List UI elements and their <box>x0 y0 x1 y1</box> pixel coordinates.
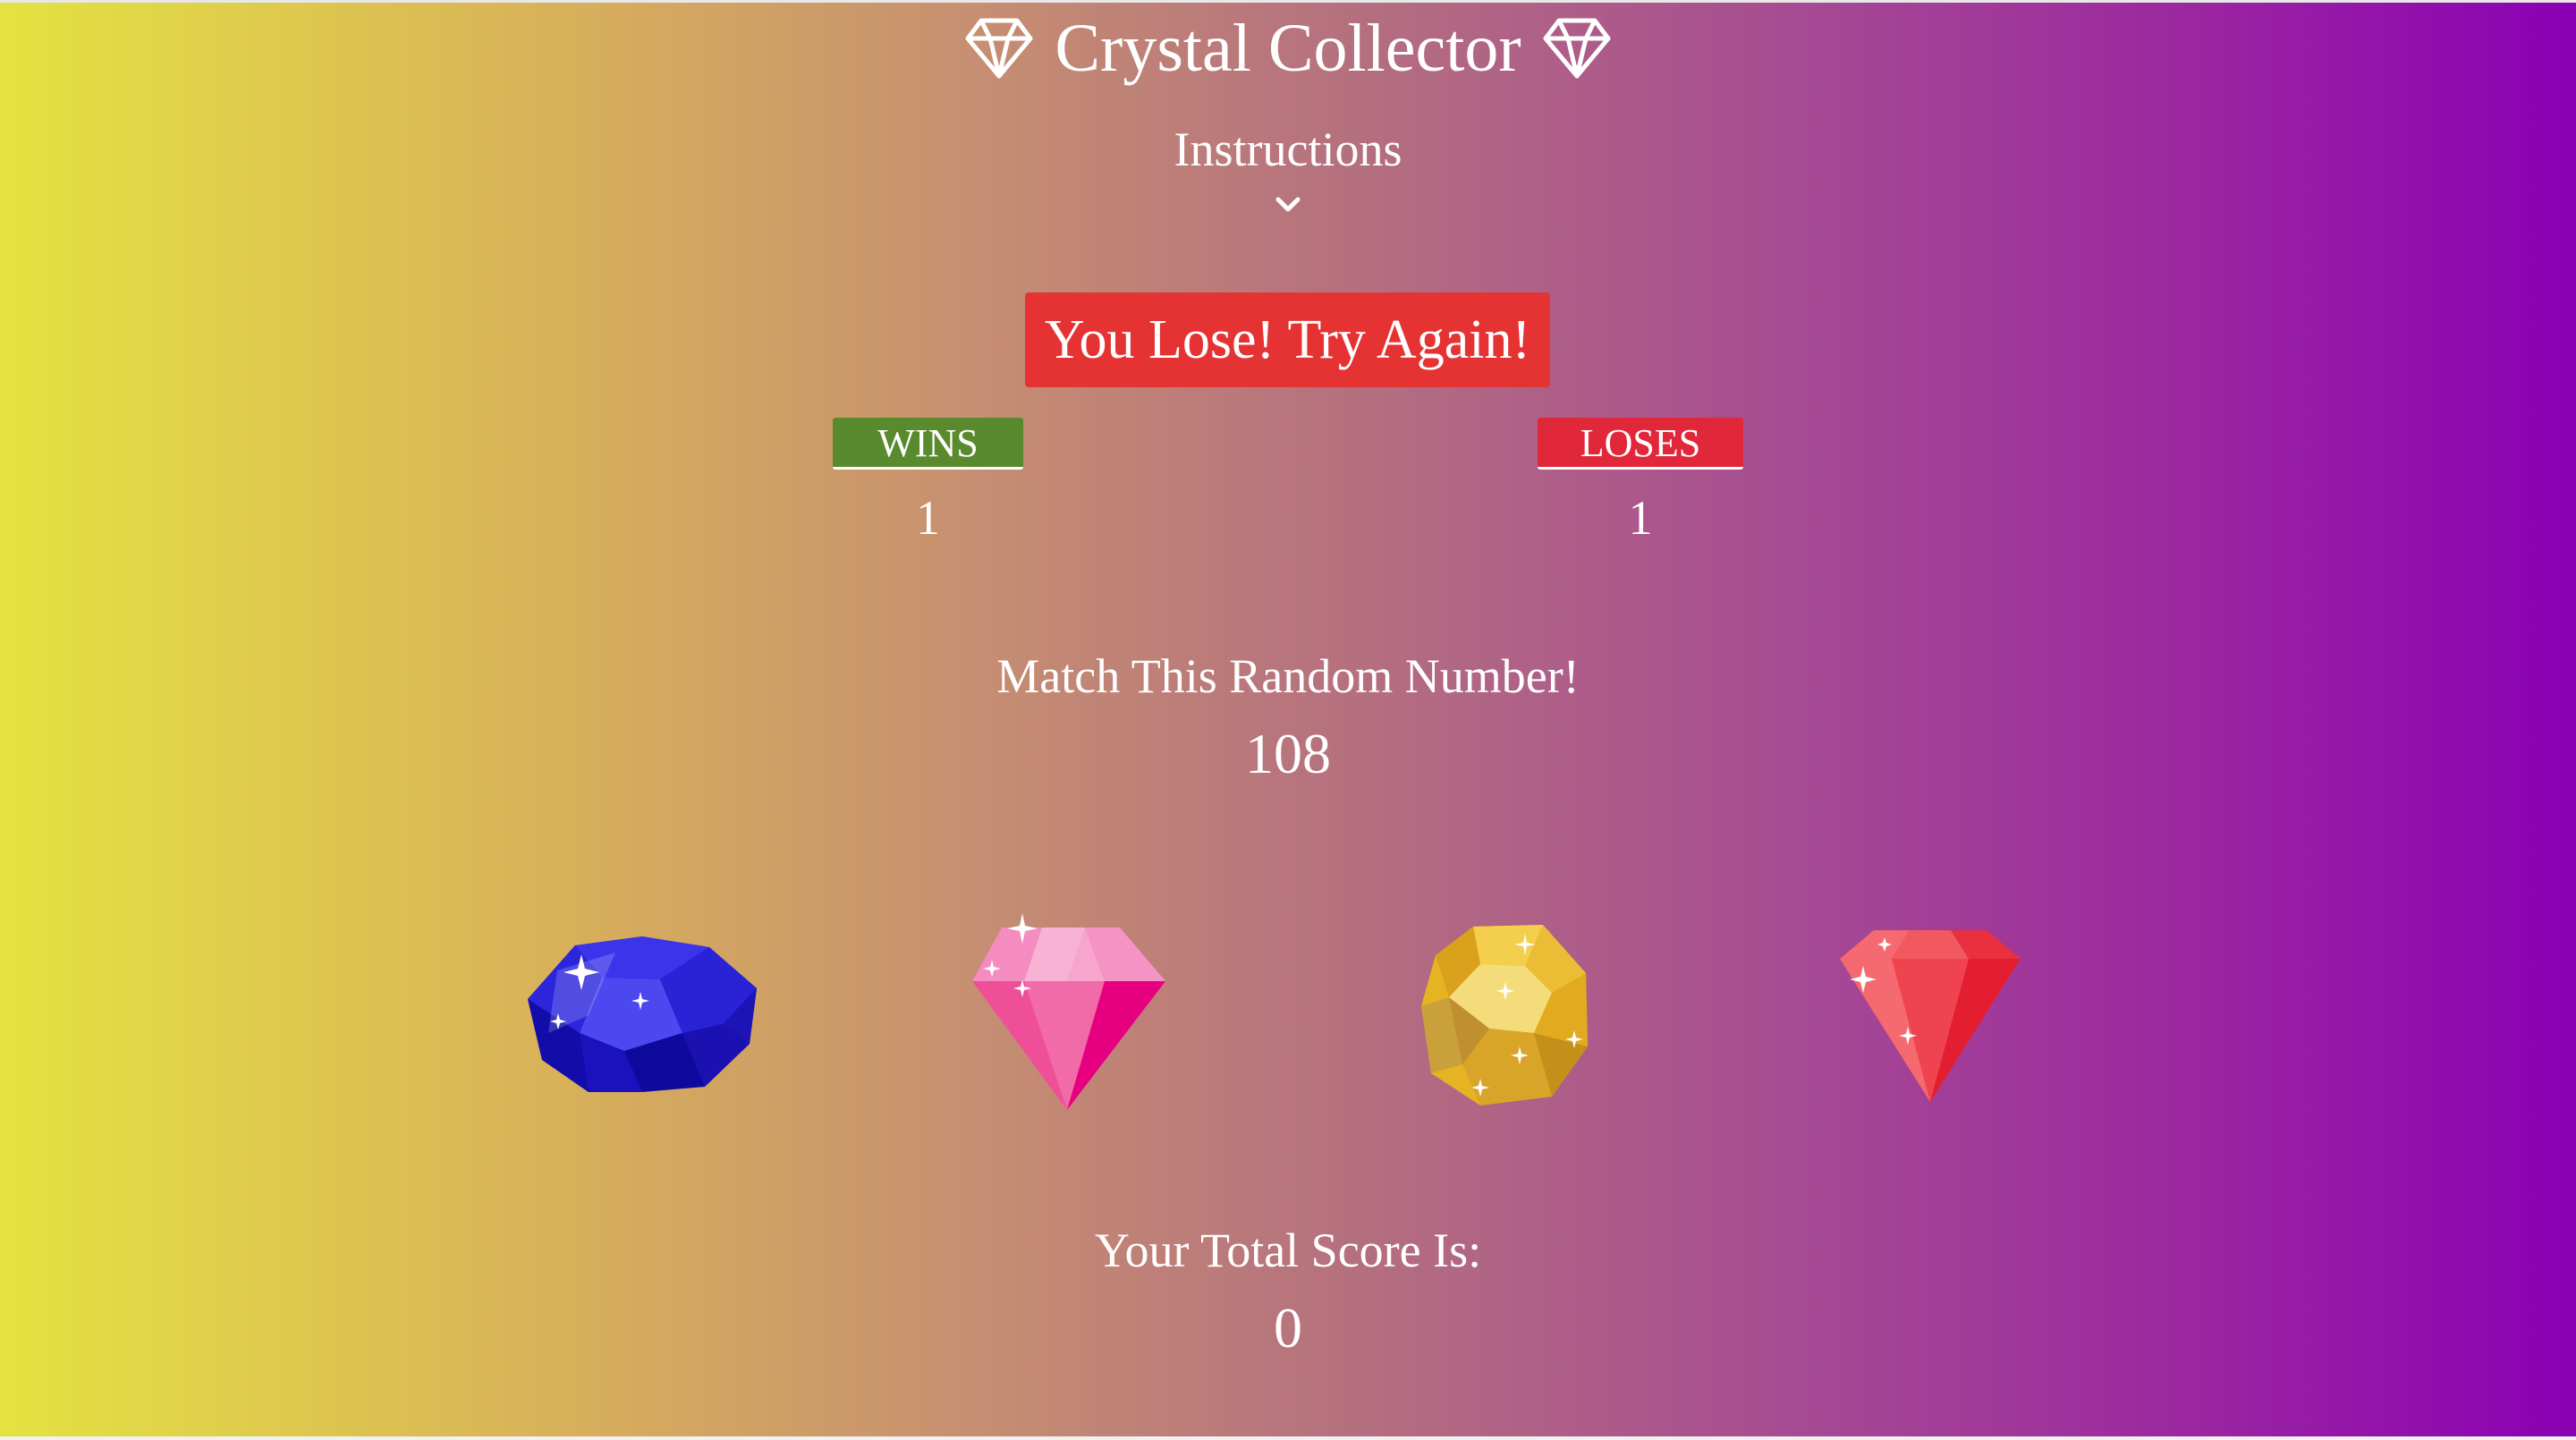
instructions-toggle[interactable]: Instructions <box>0 118 2576 181</box>
target-number: 108 <box>1245 722 1331 785</box>
pink-diamond-icon <box>972 913 1165 1110</box>
diamond-outline-icon <box>965 18 1033 79</box>
page-title: Crystal Collector <box>0 5 2576 91</box>
yellow-gem-icon <box>1421 925 1588 1105</box>
blue-gem-icon <box>528 936 757 1092</box>
wins-badge: WINS <box>833 418 1023 470</box>
loses-badge: LOSES <box>1538 418 1743 470</box>
red-diamond-icon <box>1840 930 2021 1102</box>
top-border <box>0 0 2576 3</box>
target-label: Match This Random Number! <box>996 649 1580 703</box>
title-text: Crystal Collector <box>1055 11 1521 86</box>
bottom-border <box>0 1436 2576 1440</box>
blue-crystal-button[interactable] <box>526 935 760 1094</box>
red-crystal-button[interactable] <box>1838 921 2022 1105</box>
diamond-outline-icon <box>1543 18 1611 79</box>
wins-count: 1 <box>916 491 940 545</box>
pink-crystal-button[interactable] <box>970 908 1169 1114</box>
yellow-crystal-button[interactable] <box>1418 921 1592 1107</box>
loses-count: 1 <box>1628 491 1653 545</box>
status-banner: You Lose! Try Again! <box>1025 292 1550 387</box>
score-value: 0 <box>1274 1296 1302 1360</box>
chevron-down-icon[interactable] <box>1275 195 1301 215</box>
score-label: Your Total Score Is: <box>1094 1224 1482 1277</box>
